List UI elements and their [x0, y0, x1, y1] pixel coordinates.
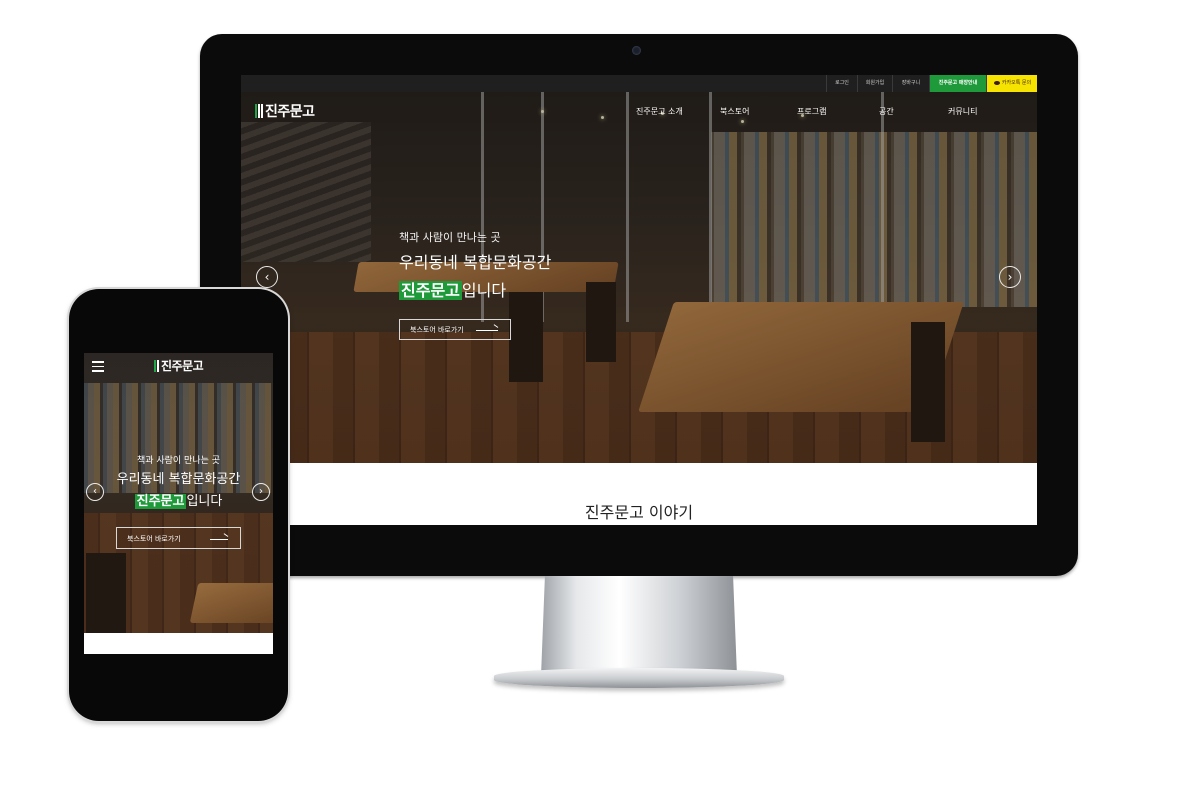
mobile-phone: 진주문고 책과 사람이 만나는 곳 우리동네 복합문화공간 진주문고 입니다 ‹ … — [69, 289, 288, 721]
desktop-monitor: 로그인 회원가입 장바구니 진주문고 매장안내 카카오톡 문의 진주문고 진주문… — [200, 34, 1078, 576]
mobile-hero-line3: 진주문고 입니다 — [84, 490, 273, 509]
slider-next-button[interactable]: › — [999, 266, 1021, 288]
nav-bookstore[interactable]: 북스토어 — [720, 106, 749, 117]
hero-line3-rest: 입니다 — [461, 281, 507, 300]
signup-link[interactable]: 회원가입 — [857, 75, 892, 92]
arrow-right-icon — [476, 330, 498, 331]
mobile-site-logo[interactable]: 진주문고 — [154, 357, 204, 374]
mobile-hero-banner: 진주문고 책과 사람이 만나는 곳 우리동네 복합문화공간 진주문고 입니다 ‹ … — [84, 353, 273, 633]
mobile-hero-copy: 책과 사람이 만나는 곳 우리동네 복합문화공간 진주문고 입니다 — [84, 453, 273, 509]
logo-text: 진주문고 — [265, 104, 315, 120]
kakao-chat-icon — [993, 80, 1000, 85]
chevron-left-icon: ‹ — [264, 270, 270, 284]
nav-about[interactable]: 진주문고 소개 — [636, 106, 683, 117]
menu-hamburger-icon[interactable] — [92, 361, 104, 375]
mobile-logo-text: 진주문고 — [161, 359, 204, 373]
mobile-hero-line2: 우리동네 복합문화공간 — [116, 472, 241, 487]
nav-space[interactable]: 공간 — [879, 106, 894, 117]
mobile-slider-next-button[interactable]: › — [252, 483, 270, 501]
store-guide-button[interactable]: 진주문고 매장안내 — [929, 75, 986, 92]
monitor-stand-neck — [541, 576, 737, 676]
bookstore-shortcut-label: 북스토어 바로가기 — [410, 326, 464, 334]
login-link[interactable]: 로그인 — [826, 75, 857, 92]
camera-icon — [632, 46, 641, 55]
kakao-inquiry-label: 카카오톡 문의 — [1001, 80, 1032, 86]
mobile-hero-highlight: 진주문고 — [134, 494, 187, 509]
cart-link[interactable]: 장바구니 — [892, 75, 929, 92]
hero-line2: 우리동네 복합문화공간 — [399, 253, 552, 272]
chevron-left-icon: ‹ — [93, 486, 97, 497]
chevron-right-icon: › — [259, 486, 263, 497]
section-title: 진주문고 이야기 — [584, 503, 694, 522]
nav-community[interactable]: 커뮤니티 — [948, 106, 977, 117]
hero-banner: 진주문고 진주문고 소개 북스토어 프로그램 공간 커뮤니티 책과 사람이 만나… — [241, 92, 1037, 463]
nav-program[interactable]: 프로그램 — [797, 106, 826, 117]
site-logo[interactable]: 진주문고 — [255, 100, 315, 122]
kakao-inquiry-button[interactable]: 카카오톡 문의 — [986, 75, 1037, 92]
mobile-hero-line1: 책과 사람이 만나는 곳 — [136, 456, 221, 466]
hero-copy: 책과 사람이 만나는 곳 우리동네 복합문화공간 진주문고 입니다 — [399, 229, 551, 301]
utility-bar: 로그인 회원가입 장바구니 진주문고 매장안내 카카오톡 문의 — [241, 75, 1037, 92]
bookstore-shortcut-button[interactable]: 북스토어 바로가기 — [399, 319, 511, 340]
mobile-bookstore-shortcut-button[interactable]: 북스토어 바로가기 — [116, 527, 241, 549]
hero-highlight: 진주문고 — [399, 281, 462, 300]
mobile-hero-line3-rest: 입니다 — [186, 494, 223, 509]
chevron-right-icon: › — [1007, 270, 1013, 284]
logo-bars-icon — [255, 104, 263, 118]
monitor-stand-base — [494, 668, 784, 688]
logo-bars-icon — [154, 359, 159, 372]
hero-line3: 진주문고 입니다 — [399, 277, 551, 301]
desktop-screen: 로그인 회원가입 장바구니 진주문고 매장안내 카카오톡 문의 진주문고 진주문… — [241, 75, 1037, 525]
mobile-bookstore-shortcut-label: 북스토어 바로가기 — [127, 535, 181, 543]
hero-overlay — [241, 92, 1037, 463]
hero-line1: 책과 사람이 만나는 곳 — [399, 231, 501, 244]
arrow-right-icon — [210, 539, 228, 540]
mobile-screen: 진주문고 책과 사람이 만나는 곳 우리동네 복합문화공간 진주문고 입니다 ‹ … — [84, 353, 273, 654]
mobile-slider-prev-button[interactable]: ‹ — [86, 483, 104, 501]
slider-prev-button[interactable]: ‹ — [256, 266, 278, 288]
